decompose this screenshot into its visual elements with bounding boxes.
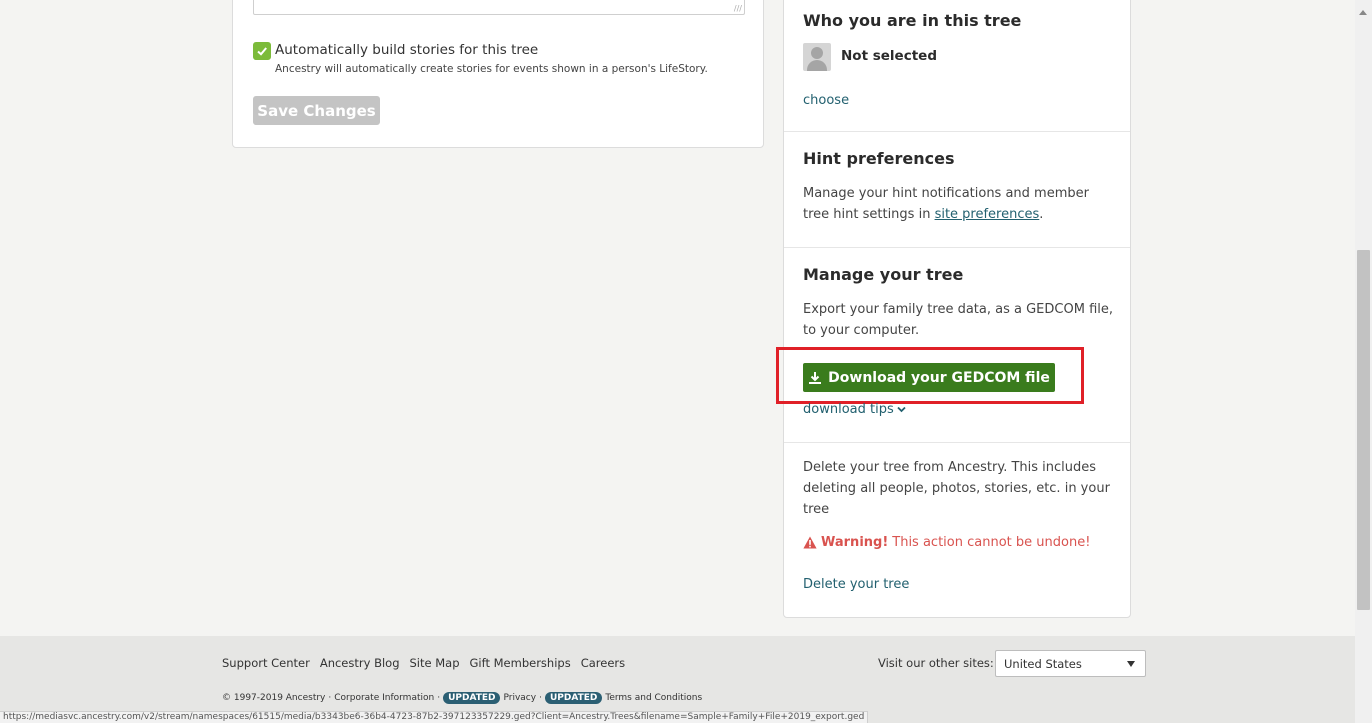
- footer-link-careers[interactable]: Careers: [581, 656, 625, 670]
- download-button-label: Download your GEDCOM file: [828, 369, 1050, 386]
- avatar-body: [807, 60, 827, 71]
- warning-text: This action cannot be undone!: [892, 535, 1091, 550]
- footer-links: Support Center Ancestry Blog Site Map Gi…: [222, 656, 625, 670]
- site-select[interactable]: United States: [995, 650, 1146, 677]
- avatar-head: [811, 47, 823, 59]
- hint-preferences-title: Hint preferences: [803, 149, 955, 168]
- hint-preferences-section: Hint preferences Manage your hint notifi…: [784, 132, 1130, 248]
- scroll-thumb[interactable]: [1357, 250, 1370, 610]
- who-you-are-title: Who you are in this tree: [803, 11, 1022, 30]
- person-status: Not selected: [841, 48, 937, 64]
- tree-settings-card: /// Automatically build stories for this…: [232, 0, 764, 148]
- hint-preferences-text: Manage your hint notifications and membe…: [803, 183, 1113, 225]
- footer: Support Center Ancestry Blog Site Map Gi…: [0, 636, 1355, 723]
- terms-link[interactable]: Terms and Conditions: [605, 693, 702, 703]
- warning-bold: Warning!: [821, 535, 889, 550]
- auto-stories-row[interactable]: Automatically build stories for this tre…: [253, 41, 538, 60]
- separator: ·: [437, 693, 441, 703]
- tree-description-textarea[interactable]: ///: [253, 0, 745, 15]
- download-icon: [809, 371, 822, 384]
- tree-sidebar: Who you are in this tree Not selected ch…: [783, 0, 1131, 618]
- copyright: © 1997-2019 Ancestry: [222, 693, 326, 703]
- hint-text-end: .: [1039, 207, 1044, 222]
- download-gedcom-button[interactable]: Download your GEDCOM file: [803, 363, 1055, 392]
- scroll-up-arrow-icon[interactable]: [1359, 10, 1367, 15]
- legal-links: © 1997-2019 Ancestry · Corporate Informa…: [222, 692, 702, 704]
- updated-badge: UPDATED: [544, 692, 603, 704]
- updated-badge: UPDATED: [443, 692, 501, 704]
- delete-tree-section: Delete your tree from Ancestry. This inc…: [784, 443, 1130, 619]
- chevron-down-icon: [897, 406, 906, 413]
- auto-stories-label: Automatically build stories for this tre…: [275, 42, 539, 58]
- auto-stories-help: Ancestry will automatically create stori…: [275, 63, 708, 75]
- browser-status-url: https://mediasvc.ancestry.com/v2/stream/…: [0, 711, 869, 723]
- choose-link[interactable]: choose: [803, 93, 849, 108]
- visit-sites-label: Visit our other sites:: [878, 656, 994, 670]
- manage-tree-text: Export your family tree data, as a GEDCO…: [803, 302, 1113, 338]
- separator: ·: [328, 693, 332, 703]
- save-changes-button[interactable]: Save Changes: [253, 96, 380, 125]
- manage-tree-title: Manage your tree: [803, 265, 964, 284]
- who-you-are-section: Who you are in this tree Not selected ch…: [784, 0, 1130, 132]
- delete-tree-link[interactable]: Delete your tree: [803, 577, 909, 592]
- footer-link-gift[interactable]: Gift Memberships: [470, 656, 571, 670]
- checkmark-icon: [257, 47, 267, 56]
- site-preferences-link[interactable]: site preferences: [935, 207, 1040, 222]
- site-select-value: United States: [1004, 656, 1082, 671]
- footer-link-support[interactable]: Support Center: [222, 656, 310, 670]
- download-tips-label: download tips: [803, 402, 894, 417]
- download-tips-link[interactable]: download tips: [803, 402, 906, 417]
- resize-grip-icon[interactable]: ///: [734, 5, 742, 13]
- dropdown-arrow-icon: [1127, 661, 1135, 667]
- corporate-info-link[interactable]: Corporate Information: [334, 693, 434, 703]
- avatar: [803, 43, 831, 71]
- separator: ·: [539, 693, 542, 703]
- delete-tree-text: Delete your tree from Ancestry. This inc…: [803, 460, 1110, 517]
- delete-warning: Warning! This action cannot be undone!: [803, 535, 1090, 550]
- footer-link-blog[interactable]: Ancestry Blog: [320, 656, 400, 670]
- warning-icon: [803, 536, 817, 549]
- page-scrollbar[interactable]: [1355, 0, 1372, 723]
- privacy-link[interactable]: Privacy: [503, 693, 536, 703]
- footer-link-sitemap[interactable]: Site Map: [410, 656, 460, 670]
- auto-stories-checkbox[interactable]: [253, 42, 271, 60]
